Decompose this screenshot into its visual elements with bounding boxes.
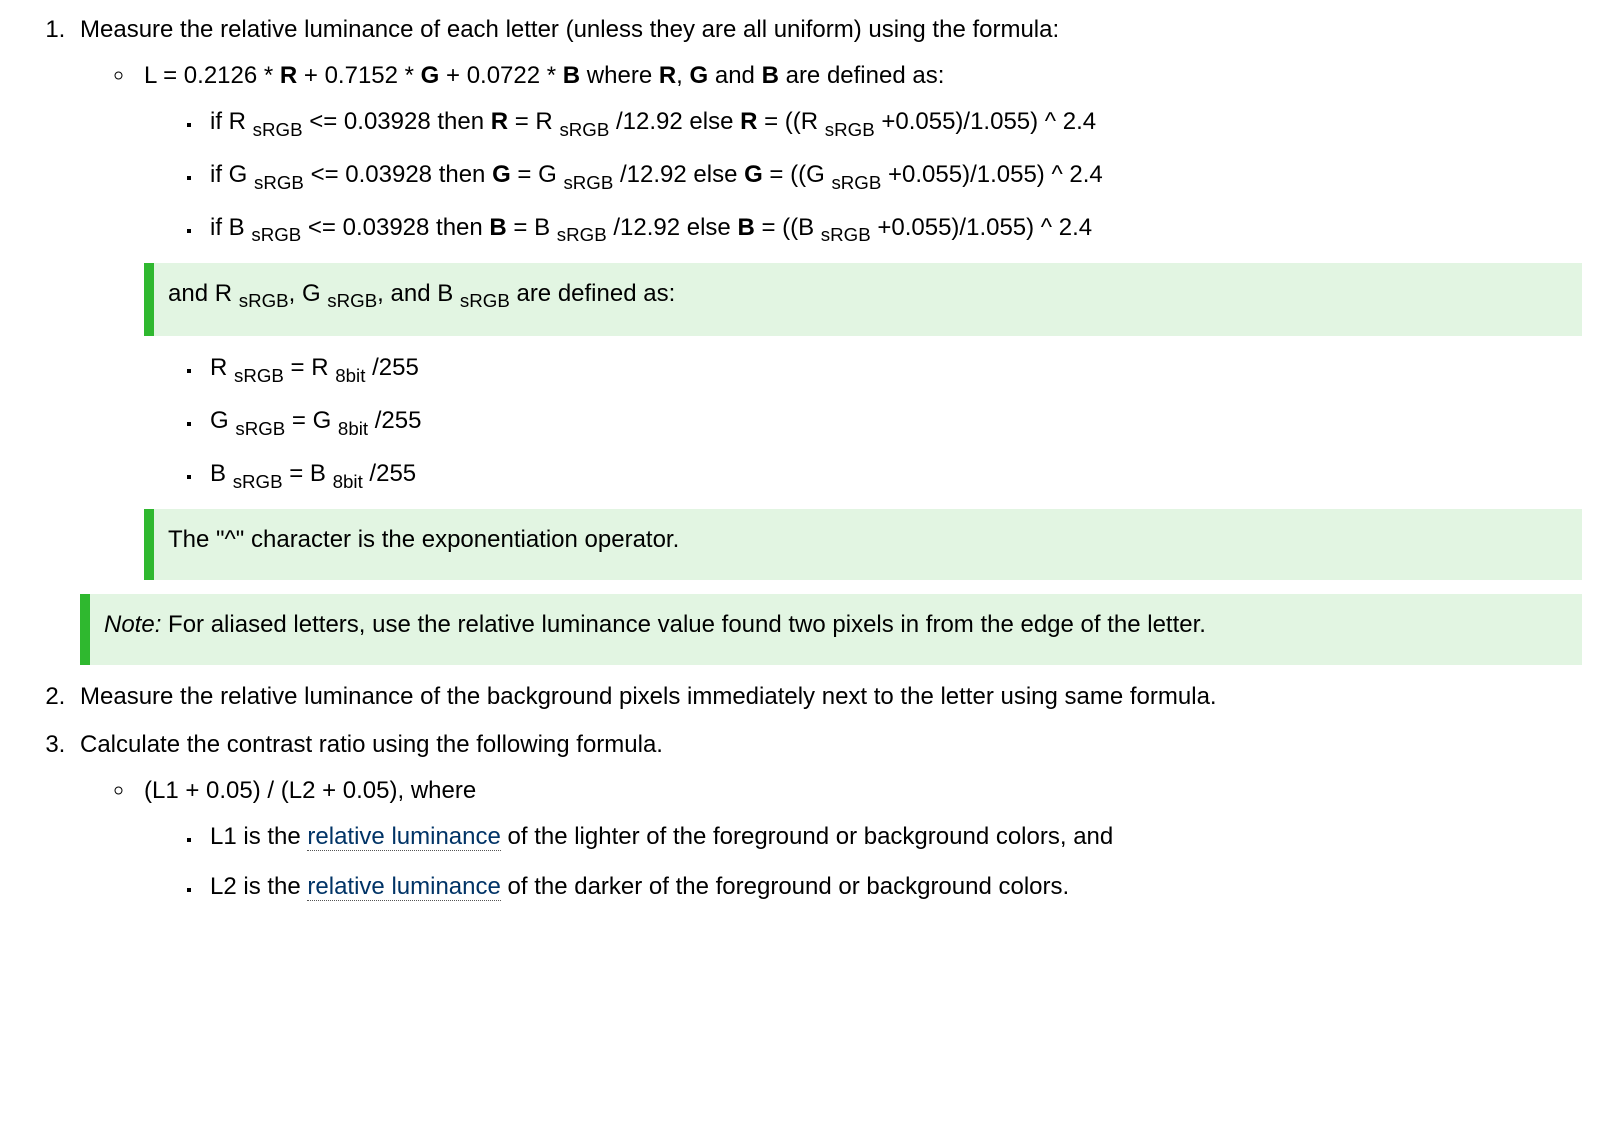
- procedure-list: Measure the relative luminance of each l…: [24, 12, 1582, 905]
- step-3-sublist: (L1 + 0.05) / (L2 + 0.05), where L1 is t…: [80, 773, 1582, 905]
- relative-luminance-link[interactable]: relative luminance: [307, 823, 500, 851]
- l1-definition: L1 is the relative luminance of the ligh…: [202, 819, 1582, 855]
- contrast-ratio-formula: (L1 + 0.05) / (L2 + 0.05), where L1 is t…: [136, 773, 1582, 905]
- r-8bit: R sRGB = R 8bit /255: [202, 350, 1582, 389]
- srgb-definition-note: and R sRGB, G sRGB, and B sRGB are defin…: [144, 263, 1582, 337]
- step-1-sublist: L = 0.2126 * R + 0.7152 * G + 0.0722 * B…: [80, 58, 1582, 580]
- l2-definition: L2 is the relative luminance of the dark…: [202, 869, 1582, 905]
- 8bit-definitions: R sRGB = R 8bit /255 G sRGB = G 8bit /25…: [144, 350, 1582, 495]
- note-label: Note:: [104, 611, 161, 638]
- rgb-definitions: if R sRGB <= 0.03928 then R = R sRGB /12…: [144, 104, 1582, 249]
- step-3: Calculate the contrast ratio using the f…: [72, 727, 1582, 905]
- step-2-text: Measure the relative luminance of the ba…: [80, 683, 1217, 710]
- r-definition: if R sRGB <= 0.03928 then R = R sRGB /12…: [202, 104, 1582, 143]
- step-2: Measure the relative luminance of the ba…: [72, 679, 1582, 715]
- step-1: Measure the relative luminance of each l…: [72, 12, 1582, 665]
- aliased-note: Note: For aliased letters, use the relat…: [80, 594, 1582, 665]
- b-definition: if B sRGB <= 0.03928 then B = B sRGB /12…: [202, 210, 1582, 249]
- relative-luminance-link[interactable]: relative luminance: [307, 873, 500, 901]
- step-1-text: Measure the relative luminance of each l…: [80, 16, 1059, 43]
- g-8bit: G sRGB = G 8bit /255: [202, 403, 1582, 442]
- step-3-text: Calculate the contrast ratio using the f…: [80, 731, 663, 758]
- l1-l2-list: L1 is the relative luminance of the ligh…: [144, 819, 1582, 905]
- luminance-formula: L = 0.2126 * R + 0.7152 * G + 0.0722 * B…: [136, 58, 1582, 580]
- exponent-note: The "^" character is the exponentiation …: [144, 509, 1582, 580]
- g-definition: if G sRGB <= 0.03928 then G = G sRGB /12…: [202, 157, 1582, 196]
- b-8bit: B sRGB = B 8bit /255: [202, 456, 1582, 495]
